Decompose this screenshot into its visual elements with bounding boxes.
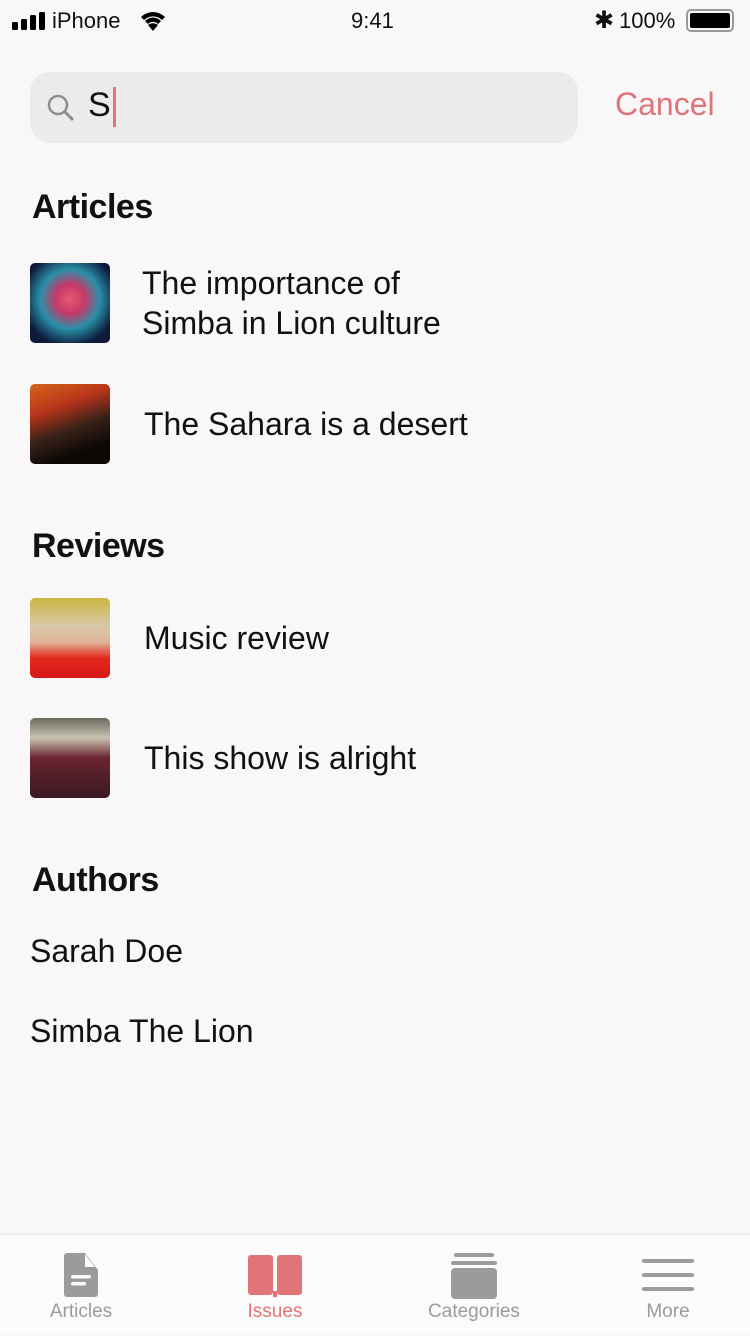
wifi-icon	[141, 12, 165, 31]
signal-icon	[12, 12, 45, 30]
tab-label: Categories	[428, 1301, 520, 1322]
search-icon	[47, 94, 75, 122]
tab-label: Issues	[247, 1301, 303, 1322]
menu-icon	[642, 1259, 694, 1291]
tab-issues[interactable]: Issues	[195, 1235, 355, 1336]
tab-articles[interactable]: Articles	[1, 1235, 161, 1336]
tab-bar: Articles Issues Categories More	[0, 1233, 750, 1334]
section-title-reviews: Reviews	[32, 527, 165, 565]
cancel-button[interactable]: Cancel	[615, 86, 715, 123]
tab-label: Articles	[49, 1301, 113, 1322]
item-title: The Sahara is a desert	[144, 406, 468, 442]
list-item[interactable]: The Sahara is a desert	[30, 384, 468, 464]
item-title: This show is alright	[144, 740, 417, 776]
clock: 9:41	[351, 8, 394, 33]
review-thumbnail	[30, 718, 110, 798]
list-item[interactable]: This show is alright	[30, 718, 416, 798]
battery-percent: 100%	[619, 8, 676, 33]
search-input[interactable]: S	[30, 72, 578, 143]
tab-more[interactable]: More	[588, 1235, 748, 1336]
tab-categories[interactable]: Categories	[394, 1235, 554, 1336]
stack-icon	[451, 1253, 497, 1299]
carrier: iPhone	[52, 8, 121, 33]
list-item[interactable]: The importance of Simba in Lion culture	[30, 263, 441, 343]
article-thumbnail	[30, 384, 110, 464]
bluetooth-icon: ✱	[594, 7, 615, 34]
article-thumbnail	[30, 263, 110, 343]
text-caret	[112, 87, 116, 128]
tab-label: More	[646, 1301, 690, 1322]
section-title-authors: Authors	[32, 861, 159, 899]
review-thumbnail	[30, 598, 110, 678]
item-title: Simba in Lion culture	[142, 305, 441, 341]
author-item[interactable]: Simba The Lion	[30, 1013, 254, 1050]
book-icon	[248, 1255, 302, 1297]
item-title: Music review	[144, 620, 329, 656]
status-bar: iPhone 9:41 ✱ 100%	[0, 0, 750, 40]
section-title-articles: Articles	[32, 188, 153, 226]
author-item[interactable]: Sarah Doe	[30, 933, 183, 970]
list-item[interactable]: Music review	[30, 598, 329, 678]
document-icon	[64, 1253, 98, 1297]
battery-icon	[686, 9, 734, 32]
item-title: The importance of	[142, 265, 400, 301]
search-query: S	[88, 86, 116, 128]
